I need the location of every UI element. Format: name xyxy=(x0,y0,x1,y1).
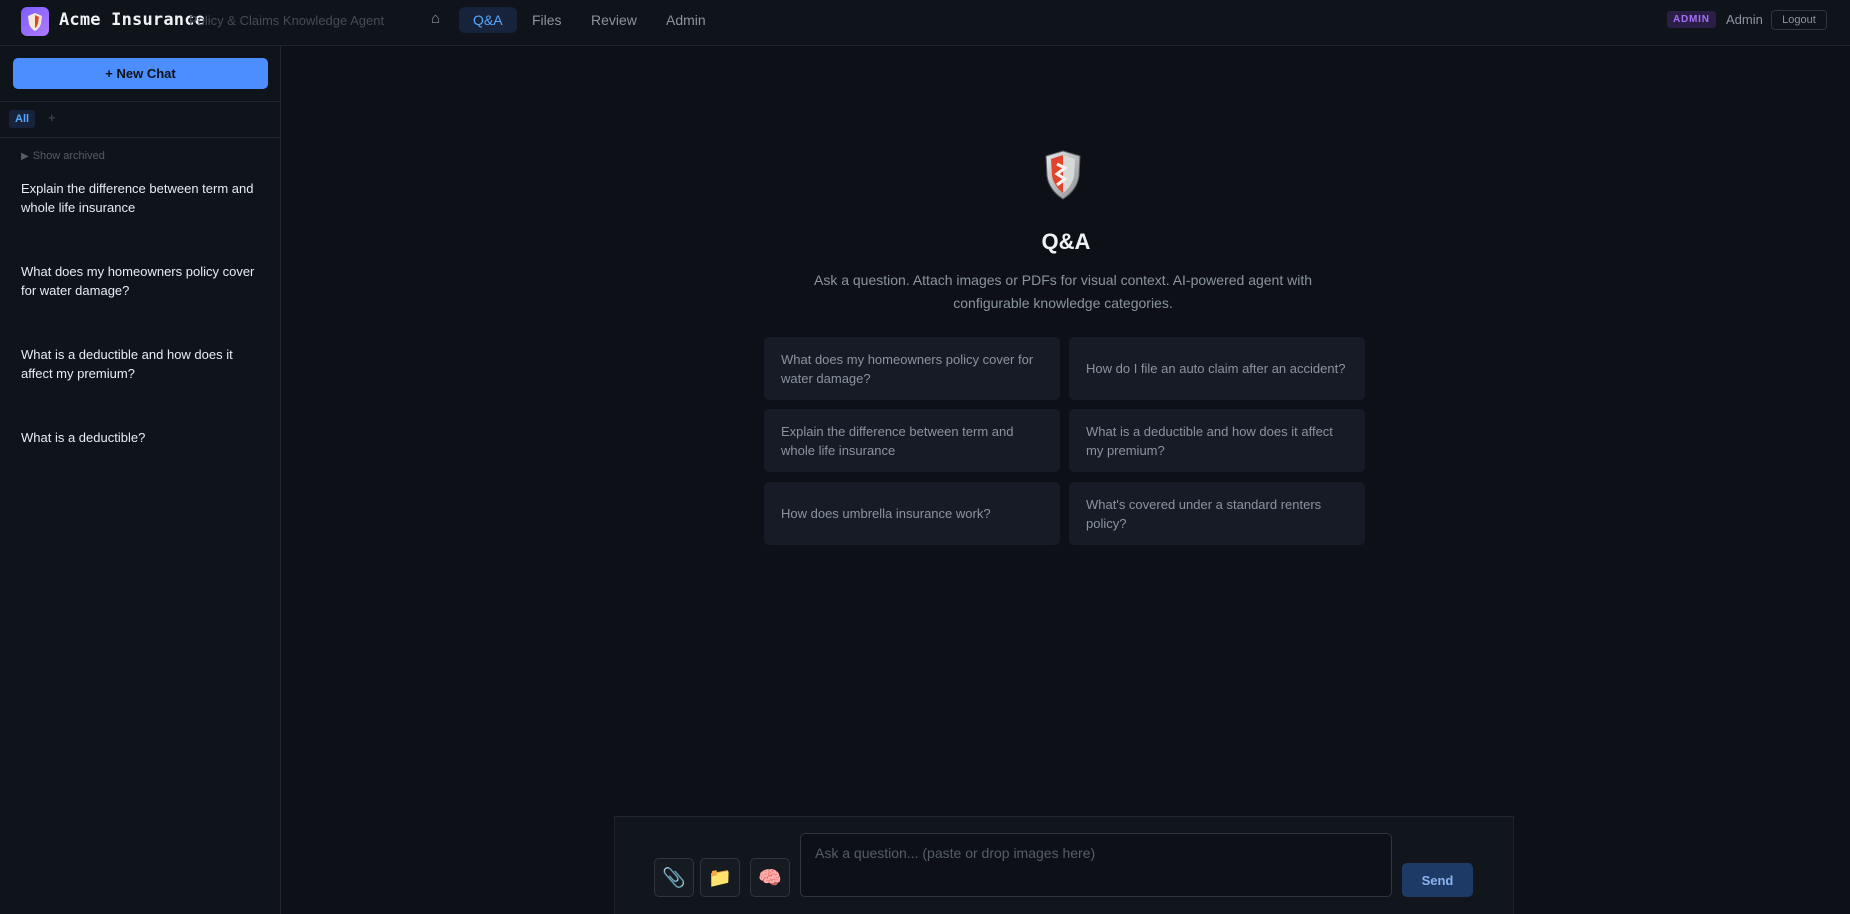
suggestion-card[interactable]: How does umbrella insurance work? xyxy=(764,482,1060,545)
logout-button[interactable]: Logout xyxy=(1771,10,1827,30)
browse-files-button[interactable]: 📁 xyxy=(700,858,740,897)
show-archived-toggle[interactable]: ▶ Show archived xyxy=(21,150,105,162)
conversation-item[interactable]: What is a deductible and how does it aff… xyxy=(21,345,256,383)
app-tagline: Policy & Claims Knowledge Agent xyxy=(189,13,385,28)
suggestion-card[interactable]: What is a deductible and how does it aff… xyxy=(1069,409,1365,472)
top-bar: Acme Insurance Policy & Claims Knowledge… xyxy=(0,0,1850,46)
brain-icon: 🧠 xyxy=(758,867,782,889)
nav-tab-review[interactable]: Review xyxy=(577,7,651,33)
new-chat-button[interactable]: + New Chat xyxy=(13,58,268,89)
attach-file-button[interactable]: 📎 xyxy=(654,858,694,897)
conversation-item[interactable]: What is a deductible? xyxy=(21,428,256,447)
knowledge-categories-button[interactable]: 🧠 xyxy=(750,858,790,897)
role-badge: ADMIN xyxy=(1667,11,1716,28)
nav-tab-files[interactable]: Files xyxy=(518,7,576,33)
suggestion-card[interactable]: What does my homeowners policy cover for… xyxy=(764,337,1060,400)
sidebar: + New Chat All + ▶ Show archived Explain… xyxy=(0,46,281,914)
suggestion-card[interactable]: What's covered under a standard renters … xyxy=(1069,482,1365,545)
send-button[interactable]: Send xyxy=(1402,863,1473,897)
nav-tab-admin[interactable]: Admin xyxy=(652,7,720,33)
page-subtitle: Ask a question. Attach images or PDFs fo… xyxy=(813,272,1313,311)
folder-icon: 📁 xyxy=(708,867,732,889)
paperclip-icon: 📎 xyxy=(662,867,686,889)
question-input[interactable] xyxy=(800,833,1392,897)
conversation-item[interactable]: What does my homeowners policy cover for… xyxy=(21,262,256,300)
nav-tab-qa[interactable]: Q&A xyxy=(459,7,517,33)
home-icon[interactable]: ⌂ xyxy=(431,10,440,27)
page-title: Q&A xyxy=(1041,229,1091,254)
category-tab-all[interactable]: All xyxy=(9,110,36,128)
app-brand: Acme Insurance xyxy=(59,10,206,30)
conversation-item[interactable]: Explain the difference between term and … xyxy=(21,179,256,217)
add-category-button[interactable]: + xyxy=(48,110,56,125)
user-name: Admin xyxy=(1726,12,1763,27)
suggestion-card[interactable]: How do I file an auto claim after an acc… xyxy=(1069,337,1365,400)
sidebar-divider xyxy=(0,137,281,138)
sidebar-divider xyxy=(0,101,281,102)
shield-icon xyxy=(1045,150,1081,200)
app-logo-icon[interactable] xyxy=(21,7,49,36)
suggestion-card[interactable]: Explain the difference between term and … xyxy=(764,409,1060,472)
triangle-right-icon: ▶ xyxy=(21,150,29,162)
show-archived-label: Show archived xyxy=(32,150,105,162)
